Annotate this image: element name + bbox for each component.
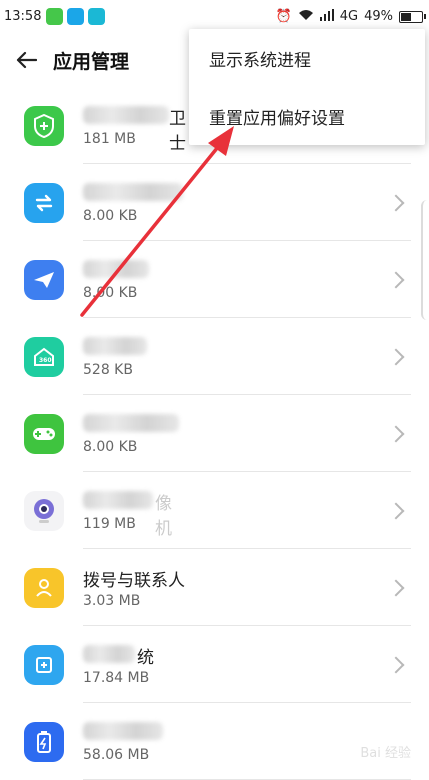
chevron-right-icon (387, 425, 405, 442)
menu-item-reset-app-preferences[interactable]: 重置应用偏好设置 (189, 87, 425, 145)
app-text: 拨号与联系人 3.03 MB (83, 566, 185, 609)
app-name-visible: 卫士 (169, 109, 186, 154)
home-360-icon: 360 (24, 336, 64, 377)
app-name (83, 720, 163, 743)
app-name: 拨号与联系人 (83, 571, 185, 591)
app-name (83, 181, 183, 204)
redacted-name (83, 337, 147, 355)
app-name: 卫士 (83, 104, 186, 154)
battery-percent: 49% (364, 9, 393, 24)
camera-icon (24, 490, 64, 531)
notification-app-icon (46, 8, 64, 25)
menu-item-show-system-processes[interactable]: 显示系统进程 (189, 29, 425, 87)
watermark: Bai 经验 (360, 746, 411, 761)
app-name (83, 412, 179, 435)
notification-app-icon (67, 8, 85, 25)
app-name: 像机 (83, 489, 172, 539)
list-item[interactable]: 8.00 KB (0, 164, 429, 241)
chevron-right-icon (387, 348, 405, 365)
redacted-name (83, 414, 179, 432)
redacted-name (83, 183, 183, 201)
swap-icon (24, 182, 64, 223)
arrow-left-icon (16, 51, 37, 69)
app-text: 8.00 KB (83, 181, 183, 224)
network-type: 4G (339, 9, 359, 24)
app-text: 统 17.84 MB (83, 643, 154, 686)
notification-icons (46, 8, 106, 25)
overflow-menu: 显示系统进程 重置应用偏好设置 (189, 29, 425, 145)
alarm-icon: ⏰ (275, 9, 292, 24)
contact-icon (24, 567, 64, 608)
redacted-name (83, 260, 149, 278)
app-size: 8.00 KB (83, 285, 138, 301)
app-name (83, 335, 147, 358)
redacted-name (83, 645, 135, 663)
app-name-visible: 统 (137, 648, 154, 668)
chevron-right-icon (387, 579, 405, 596)
app-text: 528 KB (83, 335, 147, 378)
chevron-right-icon (387, 656, 405, 673)
list-item[interactable]: 拨号与联系人 3.03 MB (0, 549, 429, 626)
app-size: 119 MB (83, 516, 136, 532)
app-size: 17.84 MB (83, 670, 150, 686)
app-size: 3.03 MB (83, 593, 141, 609)
app-text: 像机 119 MB (83, 489, 172, 539)
list-item[interactable]: 8.00 KB (0, 395, 429, 472)
list-item[interactable]: 360 528 KB (0, 318, 429, 395)
app-text: 卫士 181 MB (83, 104, 186, 154)
system-icon (24, 644, 64, 685)
wifi-icon (298, 9, 314, 25)
notification-scan-icon (88, 8, 106, 25)
page-title: 应用管理 (53, 50, 130, 73)
app-name: 统 (83, 643, 154, 668)
battery-icon (399, 10, 426, 23)
app-text: 58.06 MB (83, 720, 163, 763)
gamepad-icon (24, 413, 64, 454)
app-text: 8.00 KB (83, 412, 179, 455)
app-size: 58.06 MB (83, 747, 150, 763)
back-button[interactable] (14, 48, 38, 72)
list-item[interactable]: 8.00 KB (0, 241, 429, 318)
chevron-right-icon (387, 194, 405, 211)
chevron-right-icon (387, 502, 405, 519)
shield-icon (24, 105, 64, 146)
svg-text:360: 360 (39, 357, 52, 364)
app-list[interactable]: 卫士 181 MB 8.00 KB 8.00 KB 360 528 KB 8.0… (0, 87, 429, 780)
app-size: 8.00 KB (83, 208, 138, 224)
redacted-name (83, 491, 153, 509)
app-name-visible: 像机 (155, 494, 172, 539)
app-size: 528 KB (83, 362, 133, 378)
signal-icon (319, 8, 334, 25)
chevron-right-icon (387, 271, 405, 288)
paper-plane-icon (24, 259, 64, 300)
app-size: 8.00 KB (83, 439, 138, 455)
list-item[interactable]: 统 17.84 MB (0, 626, 429, 703)
redacted-name (83, 722, 163, 740)
scroll-edge (421, 200, 429, 320)
redacted-name (83, 106, 169, 124)
app-text: 8.00 KB (83, 258, 149, 301)
status-time: 13:58 (4, 9, 42, 24)
list-item[interactable]: 像机 119 MB (0, 472, 429, 549)
app-name (83, 258, 149, 281)
app-size: 181 MB (83, 131, 136, 147)
battery-icon (24, 721, 64, 762)
